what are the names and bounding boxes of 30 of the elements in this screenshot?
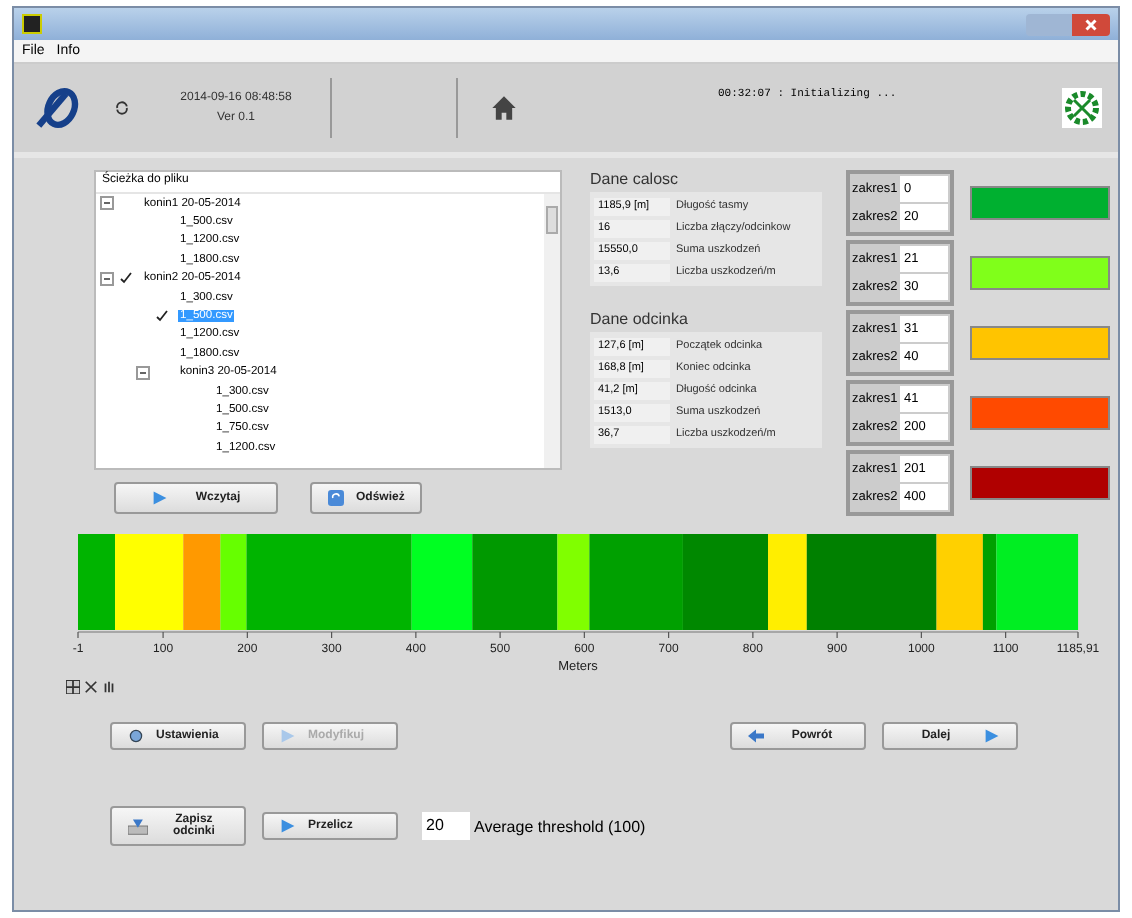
logo-icon: [34, 82, 82, 134]
threshold-label: Average threshold (100): [474, 817, 646, 835]
color-swatch[interactable]: [970, 326, 1110, 360]
section-title: Dane calosc: [590, 170, 681, 188]
left-arrow-icon: [748, 728, 764, 744]
play-icon: [984, 728, 1000, 744]
play-icon: [151, 490, 168, 506]
home-icon[interactable]: [490, 94, 518, 122]
gear-icon: [1062, 88, 1102, 128]
app-icon: [22, 14, 42, 34]
color-swatch[interactable]: [970, 186, 1110, 220]
color-swatch[interactable]: [970, 466, 1110, 500]
grid-icon[interactable]: [66, 680, 80, 694]
settings-icon: [128, 728, 144, 744]
play-icon: [280, 728, 296, 744]
save-icon: [128, 814, 148, 838]
window-controls[interactable]: [1026, 13, 1110, 35]
expand-toggle[interactable]: [100, 196, 114, 211]
refresh-icon: [328, 490, 344, 506]
color-swatch[interactable]: [970, 396, 1110, 430]
check-icon: [120, 272, 132, 285]
scrollbar[interactable]: [544, 194, 560, 468]
expand-toggle[interactable]: [136, 365, 150, 380]
expand-toggle[interactable]: [100, 271, 114, 286]
play-icon: [280, 818, 296, 834]
check-icon: [156, 310, 168, 323]
threshold-input[interactable]: 20: [422, 812, 470, 840]
color-swatch[interactable]: [970, 256, 1110, 290]
refresh-icon[interactable]: [114, 100, 130, 116]
section-title: Dane odcinka: [590, 310, 690, 328]
